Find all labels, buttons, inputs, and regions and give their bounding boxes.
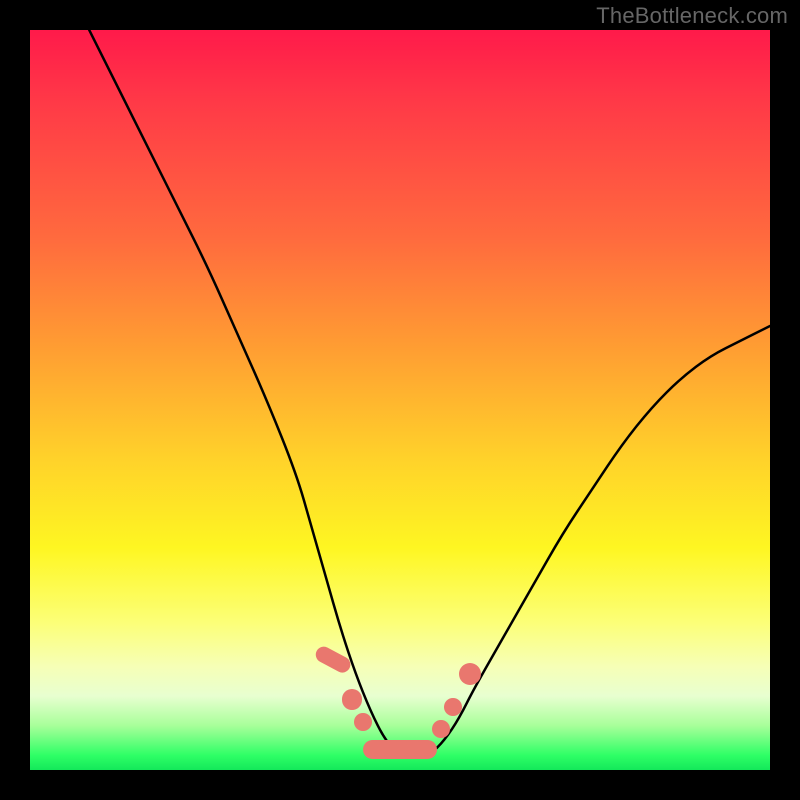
curve-marker-dot <box>444 698 462 716</box>
curve-path <box>89 30 770 755</box>
bottleneck-curve <box>30 30 770 770</box>
watermark-text: TheBottleneck.com <box>596 3 788 29</box>
plot-area <box>30 30 770 770</box>
curve-marker-dot <box>342 689 363 710</box>
curve-marker-dot <box>354 713 372 731</box>
curve-marker-dot <box>432 720 450 738</box>
chart-frame: TheBottleneck.com <box>0 0 800 800</box>
curve-marker-pill <box>363 740 437 759</box>
